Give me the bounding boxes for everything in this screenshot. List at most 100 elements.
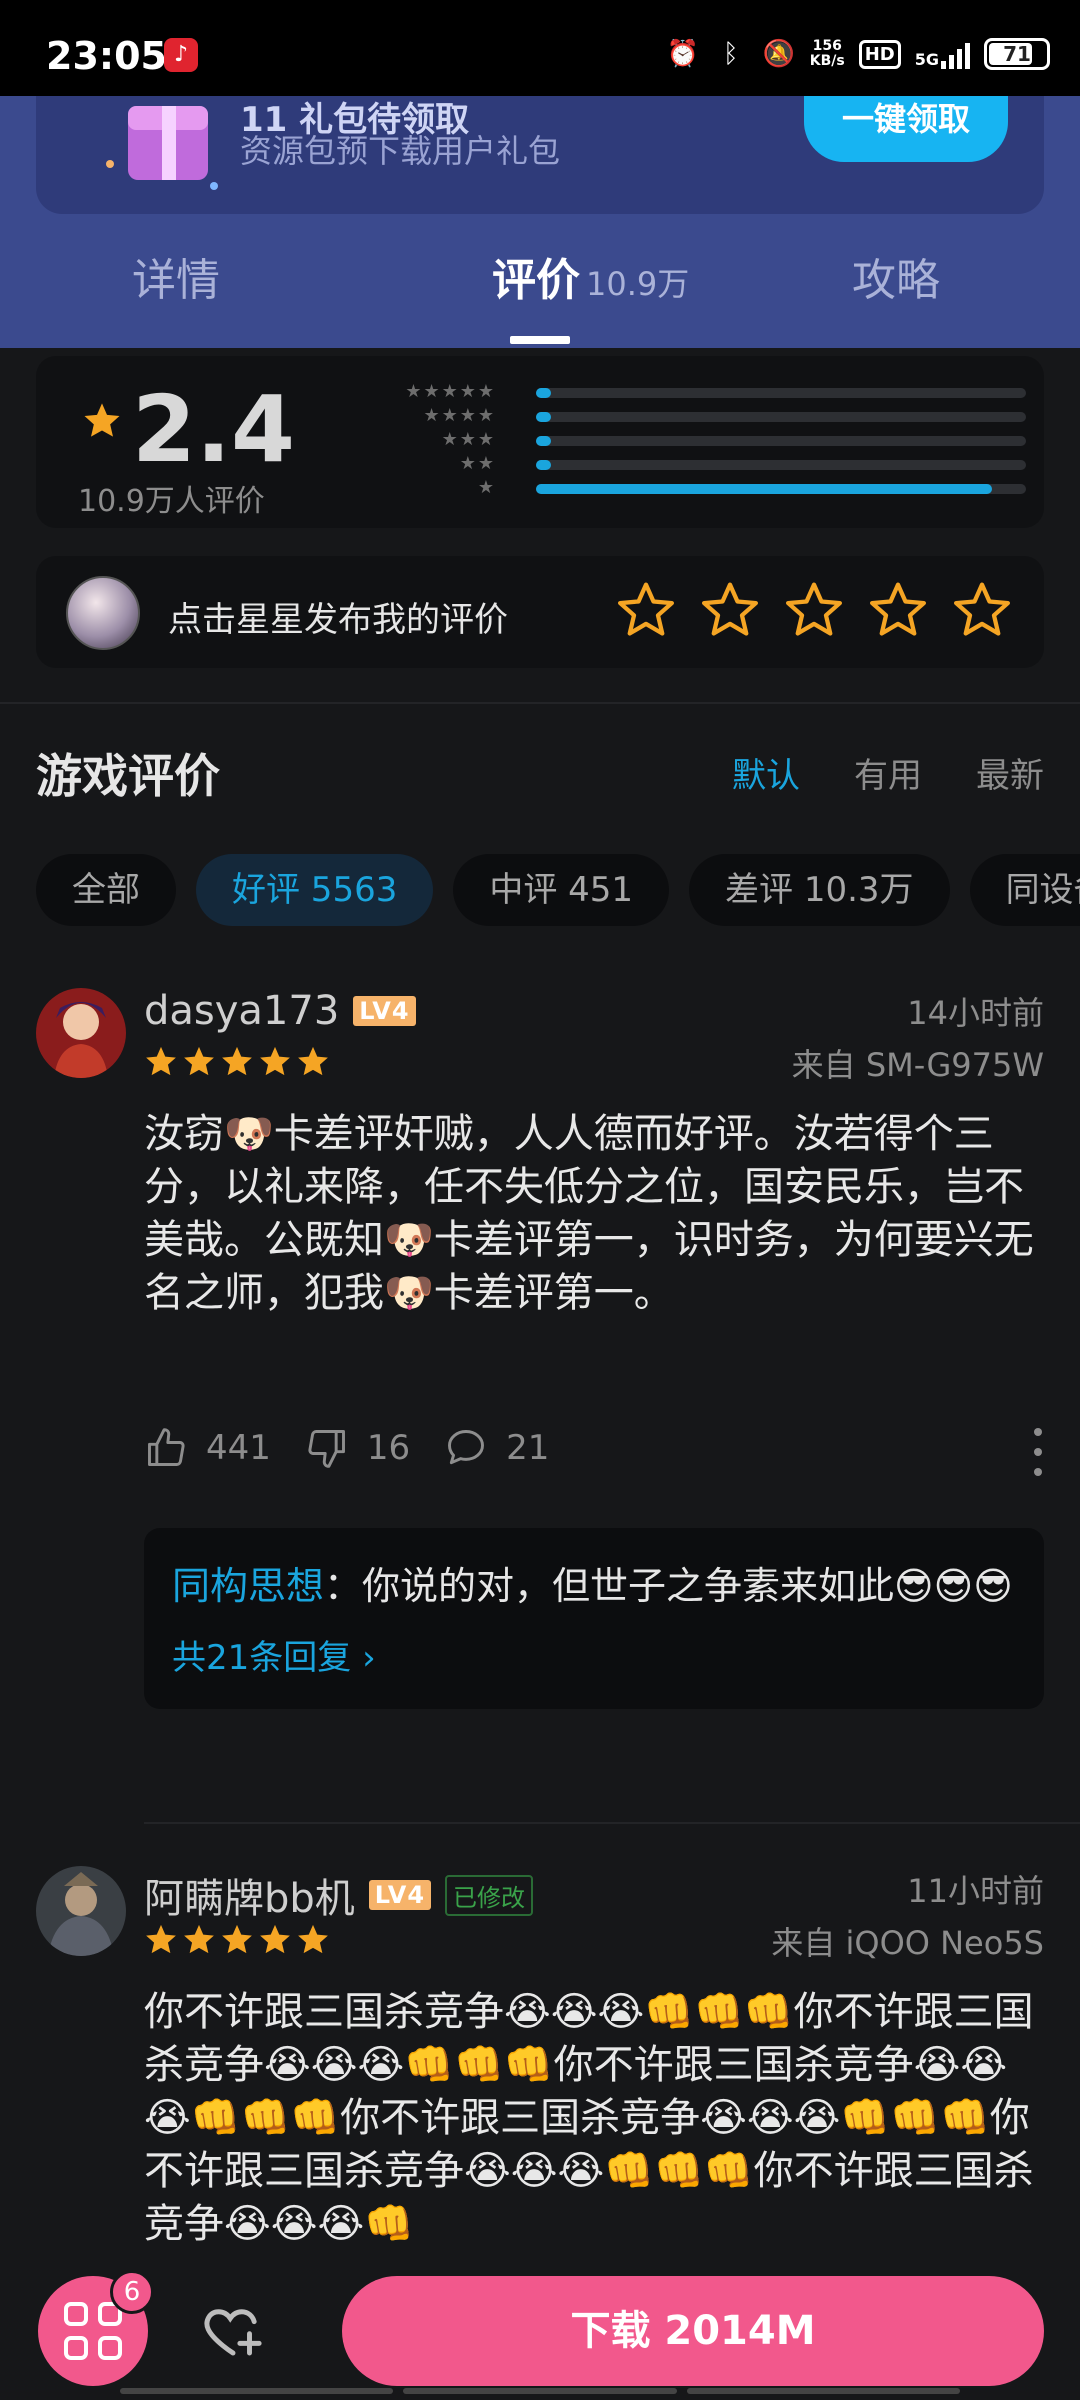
filter-neutral[interactable]: 中评 451	[453, 854, 670, 926]
rate-star-1-icon[interactable]	[614, 578, 678, 642]
netease-music-icon: ♪	[164, 38, 198, 72]
download-button[interactable]: 下载 2014M	[342, 2276, 1044, 2386]
rating-bar-track	[536, 460, 1026, 470]
bottom-bar: 6 下载 2014M	[0, 2262, 1080, 2400]
comment-button[interactable]: 21	[444, 1426, 549, 1470]
grid-icon	[64, 2302, 88, 2326]
tab-details[interactable]: 详情	[132, 244, 220, 308]
status-icons: ⏰ ᛒ 🔕 156 KB/s HD 5G 71	[666, 34, 1050, 74]
rate-prompt: 点击星星发布我的评价	[36, 556, 1044, 668]
star-icon	[84, 403, 120, 437]
star-icon	[146, 1046, 176, 1076]
tab-reviews[interactable]: 评价 10.9万	[492, 244, 689, 308]
comment-count: 21	[506, 1428, 550, 1468]
filter-chips: 全部 好评 5563 中评 451 差评 10.3万 同设备	[36, 854, 1080, 926]
section-title: 游戏评价	[36, 749, 220, 803]
filter-all[interactable]: 全部	[36, 854, 176, 926]
level-badge: LV4	[368, 1880, 432, 1910]
star-icon	[184, 1924, 214, 1954]
gift-banner[interactable]: 11 礼包待领取 资源包预下载用户礼包 一键领取	[36, 96, 1044, 214]
rating-bar-stars: ★★★	[441, 429, 496, 450]
reply-text: 同构思想：你说的对，但世子之争素来如此😎😎😎	[172, 1564, 1013, 1608]
battery-icon: 71	[984, 38, 1050, 70]
rating-bar-fill	[536, 460, 551, 470]
reviewer-name: 阿瞒牌bb机 LV4 已修改	[144, 1866, 534, 1924]
comment-icon	[448, 1430, 485, 1465]
star-icon	[298, 1046, 328, 1076]
rating-bar-track	[536, 484, 1026, 494]
sort-newest[interactable]: 最新	[976, 748, 1044, 797]
review-device: 来自 SM-G975W	[791, 1046, 1044, 1084]
rate-star-3-icon[interactable]	[782, 578, 846, 642]
rating-bar-fill	[536, 412, 551, 422]
rate-stars	[614, 578, 1014, 642]
active-tab-indicator	[510, 336, 570, 344]
signal-icon: 5G	[915, 39, 970, 69]
rating-bar-stars: ★★	[459, 453, 496, 474]
filter-same-device[interactable]: 同设备	[969, 854, 1080, 926]
rating-count: 10.9万人评价	[78, 484, 265, 519]
level-badge: LV4	[353, 996, 416, 1026]
review-stars	[144, 1044, 330, 1078]
review-card: 阿瞒牌bb机 LV4 已修改 11小时前 来自 iQOO Neo5S 你不许跟三…	[0, 1866, 1080, 2266]
filter-negative[interactable]: 差评 10.3万	[689, 854, 950, 926]
tab-guides[interactable]: 攻略	[852, 244, 940, 308]
review-text[interactable]: 汝窃🐶卡差评奸贼，人人德而好评。汝若得个三分，以礼来降，任不失低分之位，国安民乐…	[144, 1108, 1049, 1320]
claim-all-button[interactable]: 一键领取	[804, 96, 1008, 162]
review-actions: 441 16 21	[144, 1426, 549, 1470]
avatar[interactable]	[36, 988, 126, 1078]
star-icon	[222, 1046, 252, 1076]
mute-icon: 🔕	[762, 39, 795, 69]
reply-author[interactable]: 同构思想	[172, 1564, 324, 1608]
divider	[0, 702, 1080, 704]
rating-bar-stars: ★	[477, 477, 496, 498]
rate-star-2-icon[interactable]	[698, 578, 762, 642]
star-icon	[184, 1046, 214, 1076]
rating-bar-row: ★	[366, 478, 1036, 502]
rating-bar-row: ★★★	[366, 430, 1036, 454]
reply-preview[interactable]: 同构思想：你说的对，但世子之争素来如此😎😎😎 共21条回复 ›	[144, 1528, 1044, 1709]
bluetooth-icon: ᛒ	[722, 39, 739, 69]
rating-bar-fill	[536, 436, 551, 446]
rate-star-4-icon[interactable]	[866, 578, 930, 642]
avatar[interactable]	[36, 1866, 126, 1956]
dislike-count: 16	[366, 1428, 411, 1468]
review-stars	[144, 1922, 330, 1956]
rating-bar-row: ★★	[366, 454, 1036, 478]
rating-bar-track	[536, 436, 1026, 446]
view-replies-link[interactable]: 共21条回复 ›	[172, 1630, 1016, 1679]
status-bar: 23:05 ♪ ⏰ ᛒ 🔕 156 KB/s HD 5G 71	[0, 0, 1080, 96]
filter-positive[interactable]: 好评 5563	[196, 854, 434, 926]
gift-subtitle: 资源包预下载用户礼包	[240, 132, 561, 170]
sort-options: 默认 有用 最新	[732, 748, 1044, 797]
star-icon	[146, 1924, 176, 1954]
star-icon	[260, 1046, 290, 1076]
thumbs-up-icon	[148, 1428, 185, 1466]
review-text[interactable]: 你不许跟三国杀竞争😭😭😭👊👊👊你不许跟三国杀竞争😭😭😭👊👊👊你不许跟三国杀竞争😭…	[144, 1986, 1049, 2256]
like-count: 441	[206, 1428, 271, 1468]
gesture-bar	[120, 2388, 960, 2394]
rating-bar-stars: ★★★★	[423, 405, 496, 426]
sort-default[interactable]: 默认	[732, 748, 800, 797]
tab-bar: 详情 评价 10.9万 攻略	[0, 244, 1080, 348]
dislike-button[interactable]: 16	[305, 1426, 410, 1470]
more-options-icon[interactable]	[1032, 1428, 1044, 1476]
rating-bar-row: ★★★★	[366, 406, 1036, 430]
hd-icon: HD	[858, 39, 901, 69]
divider	[144, 1822, 1080, 1824]
reviewer-name: dasya173 LV4	[144, 988, 416, 1034]
rating-bar-track	[536, 412, 1026, 422]
rate-star-5-icon[interactable]	[950, 578, 1014, 642]
add-favorite-icon[interactable]	[200, 2298, 266, 2364]
rating-score: 2.4	[132, 376, 295, 483]
star-icon	[260, 1924, 290, 1954]
rating-bar-track	[536, 388, 1026, 398]
star-icon	[298, 1924, 328, 1954]
like-button[interactable]: 441	[144, 1426, 271, 1470]
network-speed: 156 KB/s	[809, 38, 845, 69]
review-time: 11小时前	[907, 1872, 1044, 1910]
rating-bar-fill	[536, 388, 551, 398]
star-icon	[222, 1924, 252, 1954]
sort-useful[interactable]: 有用	[854, 748, 922, 797]
notification-badge: 6	[110, 2270, 154, 2314]
